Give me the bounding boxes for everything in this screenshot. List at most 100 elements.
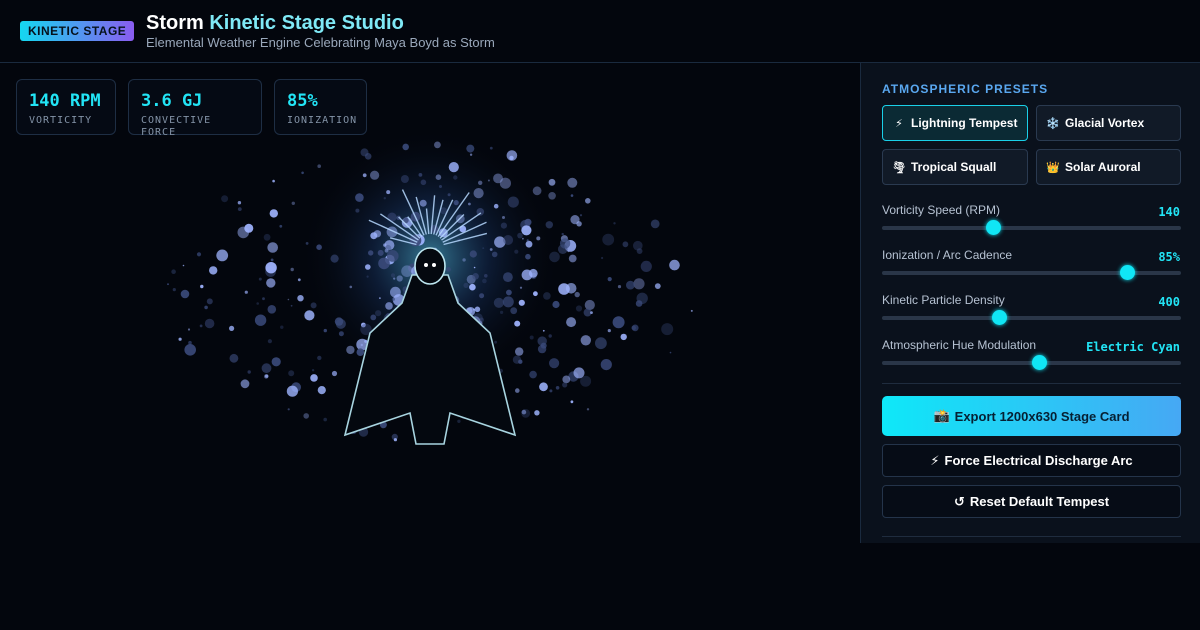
slider-ionization-thumb[interactable] xyxy=(1119,265,1135,280)
particle xyxy=(317,355,322,361)
particle xyxy=(579,214,583,217)
slider-ionization[interactable] xyxy=(882,265,1181,280)
particle xyxy=(482,278,487,284)
particle xyxy=(590,311,593,314)
particle xyxy=(447,193,451,197)
export-stage-card-button[interactable]: 📸 Export 1200x630 Stage Card xyxy=(882,396,1181,436)
slider-hue-thumb[interactable] xyxy=(1031,355,1047,370)
page-subtitle: Elemental Weather Engine Celebrating May… xyxy=(146,35,495,50)
particle xyxy=(499,177,511,189)
slider-ionization-value: 85% xyxy=(1158,250,1180,264)
preset-solar-auroral[interactable]: 👑 Solar Auroral xyxy=(1036,149,1181,185)
particle xyxy=(266,278,276,288)
particle xyxy=(377,249,384,256)
particle xyxy=(200,284,204,289)
particle xyxy=(184,344,196,356)
particle xyxy=(491,251,498,258)
stat-ionization-value: 85% xyxy=(287,91,318,111)
stat-vorticity: 140 RPM VORTICITY xyxy=(16,79,116,135)
particle xyxy=(386,250,399,262)
slider-vorticity-value: 140 xyxy=(1158,205,1180,219)
particle xyxy=(286,385,298,397)
particle xyxy=(633,278,645,290)
stage-canvas[interactable]: 140 RPM VORTICITY 3.6 GJ CONVECTIVE FORC… xyxy=(0,63,860,630)
particle xyxy=(366,275,369,278)
reset-tempest-button[interactable]: ↺ Reset Default Tempest xyxy=(882,485,1181,518)
page-title: Storm Kinetic Stage Studio xyxy=(146,11,404,35)
particle xyxy=(507,196,519,208)
preset-glacial-vortex[interactable]: ❄️ Glacial Vortex xyxy=(1036,105,1181,141)
particle xyxy=(384,248,389,253)
particle xyxy=(462,258,466,262)
particle xyxy=(188,340,192,345)
particle xyxy=(500,310,504,314)
particle xyxy=(267,305,277,314)
preset-label: Glacial Vortex xyxy=(1065,116,1145,130)
reset-label: Reset Default Tempest xyxy=(969,494,1110,509)
slider-density-label: Kinetic Particle Density xyxy=(882,293,1005,307)
particle xyxy=(310,302,317,309)
slider-vorticity[interactable] xyxy=(882,220,1181,235)
preset-lightning-tempest[interactable]: ⚡ Lightning Tempest xyxy=(882,105,1028,141)
particle xyxy=(439,185,442,188)
particle xyxy=(375,310,382,317)
particle xyxy=(568,254,577,263)
particle xyxy=(237,201,242,205)
particle xyxy=(506,289,512,296)
discharge-label: Force Electrical Discharge Arc xyxy=(944,453,1133,468)
page-title-part2: Kinetic Stage Studio xyxy=(209,12,404,34)
particle xyxy=(263,233,271,241)
tornado-icon: 🌪 xyxy=(892,161,906,174)
particle xyxy=(204,318,215,329)
slider-hue[interactable] xyxy=(882,355,1181,370)
particle xyxy=(502,296,514,308)
camera-icon: 📸 xyxy=(933,408,950,423)
lightning-icon: ⚡ xyxy=(895,117,903,130)
particle xyxy=(536,236,541,241)
particle xyxy=(448,162,459,173)
particle xyxy=(323,417,328,422)
particle xyxy=(635,300,643,307)
particle xyxy=(519,286,523,289)
particle xyxy=(279,224,283,228)
particle xyxy=(304,310,315,321)
particle xyxy=(178,337,182,341)
particle xyxy=(654,283,661,289)
particle xyxy=(567,177,578,188)
slider-density[interactable] xyxy=(882,310,1181,325)
particle xyxy=(317,386,326,395)
preset-tropical-squall[interactable]: 🌪 Tropical Squall xyxy=(882,149,1028,185)
particle xyxy=(690,309,693,312)
particle xyxy=(474,306,481,313)
particle xyxy=(570,215,580,225)
particle xyxy=(301,171,304,175)
particle xyxy=(330,254,339,263)
particle xyxy=(484,274,488,278)
stat-vorticity-value: 140 RPM xyxy=(29,91,101,111)
particle xyxy=(575,305,583,312)
force-discharge-button[interactable]: ⚡ Force Electrical Discharge Arc xyxy=(882,444,1181,477)
particle xyxy=(356,348,365,357)
particle xyxy=(463,282,469,288)
particle xyxy=(472,273,479,280)
particle xyxy=(669,351,672,354)
particle xyxy=(204,305,208,310)
particle xyxy=(549,389,553,393)
particle xyxy=(393,438,397,442)
particle xyxy=(473,188,484,199)
slider-vorticity-thumb[interactable] xyxy=(985,220,1001,235)
particle xyxy=(607,277,612,282)
particle xyxy=(267,339,272,344)
particle xyxy=(533,291,538,297)
particle xyxy=(466,144,475,153)
particle xyxy=(522,237,524,240)
particle xyxy=(493,203,499,209)
slider-density-thumb[interactable] xyxy=(992,310,1008,325)
particle xyxy=(633,240,643,251)
particle xyxy=(187,328,191,331)
particle xyxy=(515,347,524,356)
particle xyxy=(517,232,523,239)
stat-ionization: 85% IONIZATION xyxy=(274,79,367,135)
particle xyxy=(310,374,318,382)
particle xyxy=(331,370,338,377)
